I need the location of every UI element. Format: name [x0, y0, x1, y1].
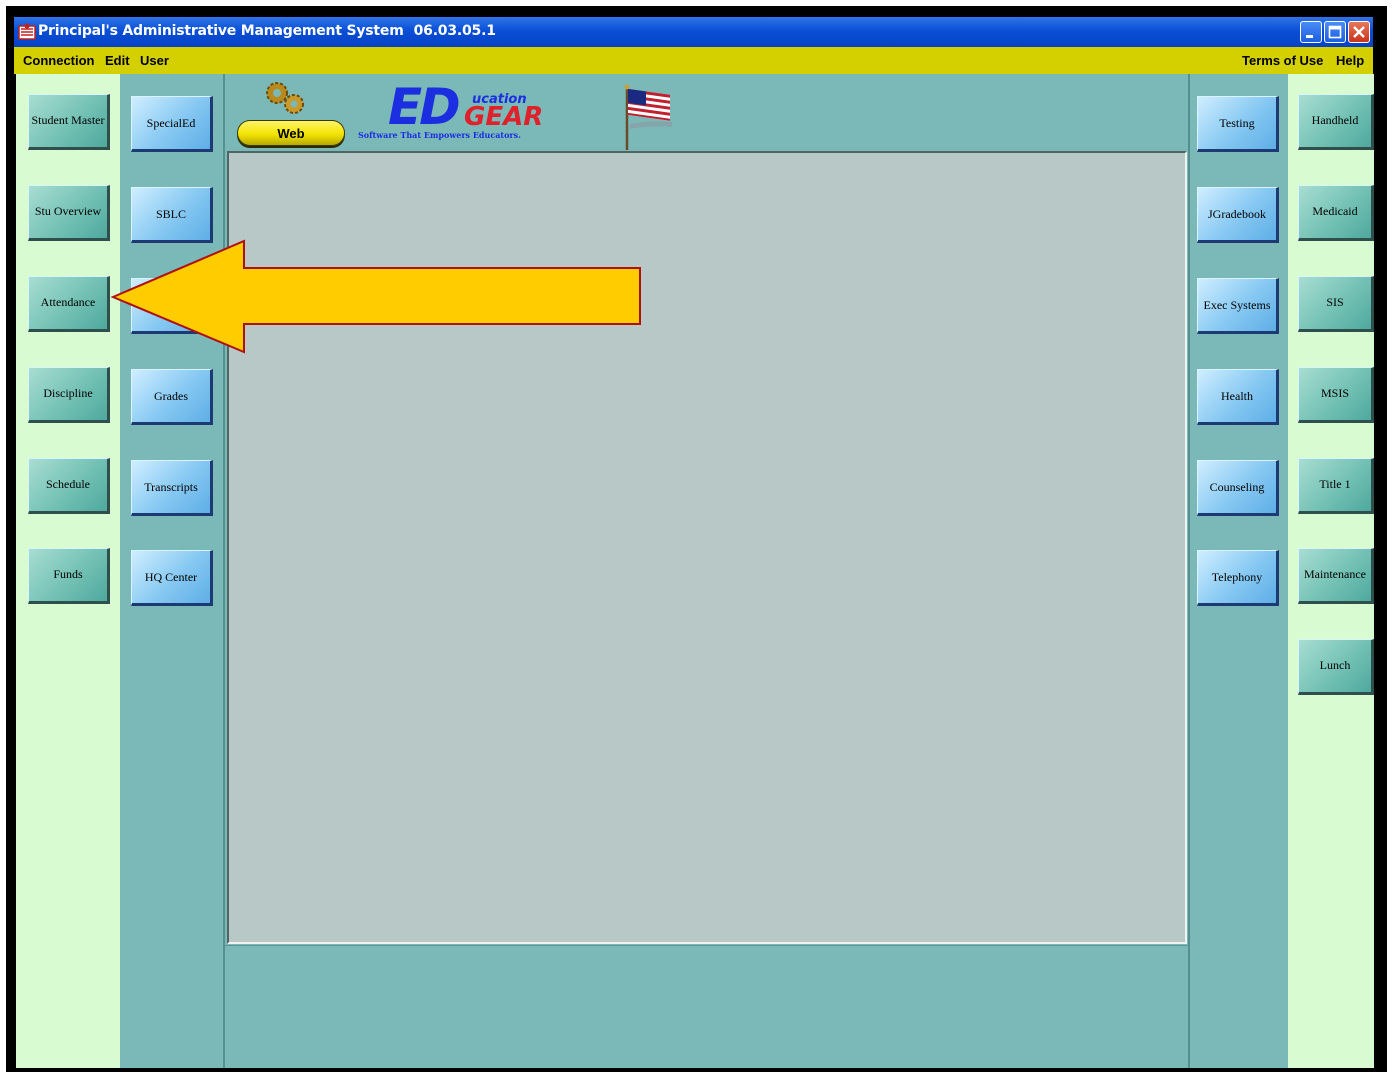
student-master-button[interactable]: Student Master [28, 94, 110, 150]
telephony-button[interactable]: Telephony [1197, 550, 1279, 606]
status-area [225, 945, 1188, 1068]
discipline-button[interactable]: Discipline [28, 367, 110, 423]
counseling-button[interactable]: Counseling [1197, 460, 1279, 516]
transcripts-button[interactable]: Transcripts [131, 460, 213, 516]
app-icon [18, 23, 36, 40]
hq-center-button[interactable]: HQ Center [131, 550, 213, 606]
gears-icon [266, 82, 304, 114]
title-1-button[interactable]: Title 1 [1298, 458, 1374, 514]
health-button[interactable]: Health [1197, 369, 1279, 425]
maximize-button[interactable] [1324, 21, 1346, 43]
minimize-button[interactable] [1300, 21, 1322, 43]
msis-button[interactable]: MSIS [1298, 367, 1374, 423]
handheld-button[interactable]: Handheld [1298, 94, 1374, 150]
stu-overview-button[interactable]: Stu Overview [28, 185, 110, 241]
logo-ed: ED [388, 78, 461, 136]
menu-user[interactable]: User [140, 53, 169, 68]
menu-help[interactable]: Help [1336, 53, 1364, 68]
logo-gear: GEAR [464, 102, 544, 132]
grades-button[interactable]: Grades [131, 369, 213, 425]
arrow-pointer [110, 239, 641, 354]
menu-bar: Connection Edit User Terms of Use Help [14, 47, 1373, 74]
testing-button[interactable]: Testing [1197, 96, 1279, 152]
window-title: Principal's Administrative Management Sy… [38, 23, 496, 39]
menu-connection[interactable]: Connection [23, 53, 95, 68]
us-flag-icon [624, 84, 672, 150]
window-version: 06.03.05.1 [413, 23, 496, 39]
jgradebook-button[interactable]: JGradebook [1197, 187, 1279, 243]
sis-button[interactable]: SIS [1298, 276, 1374, 332]
menu-edit[interactable]: Edit [105, 53, 130, 68]
exec-systems-button[interactable]: Exec Systems [1197, 278, 1279, 334]
medicaid-button[interactable]: Medicaid [1298, 185, 1374, 241]
maintenance-button[interactable]: Maintenance [1298, 548, 1374, 604]
menu-terms-of-use[interactable]: Terms of Use [1242, 53, 1323, 68]
schedule-button[interactable]: Schedule [28, 458, 110, 514]
title-bar[interactable]: Principal's Administrative Management Sy… [14, 17, 1373, 47]
logo-tagline: Software That Empowers Educators. [358, 130, 521, 140]
window-title-text: Principal's Administrative Management Sy… [38, 23, 404, 39]
lunch-button[interactable]: Lunch [1298, 639, 1374, 695]
funds-button[interactable]: Funds [28, 548, 110, 604]
sblc-button[interactable]: SBLC [131, 187, 213, 243]
close-icon [1353, 26, 1365, 38]
minimize-icon [1306, 35, 1313, 38]
maximize-icon [1328, 25, 1342, 39]
specialed-button[interactable]: SpecialEd [131, 96, 213, 152]
attendance-button[interactable]: Attendance [28, 276, 110, 332]
web-button[interactable]: Web [237, 120, 345, 146]
close-button[interactable] [1348, 21, 1370, 43]
